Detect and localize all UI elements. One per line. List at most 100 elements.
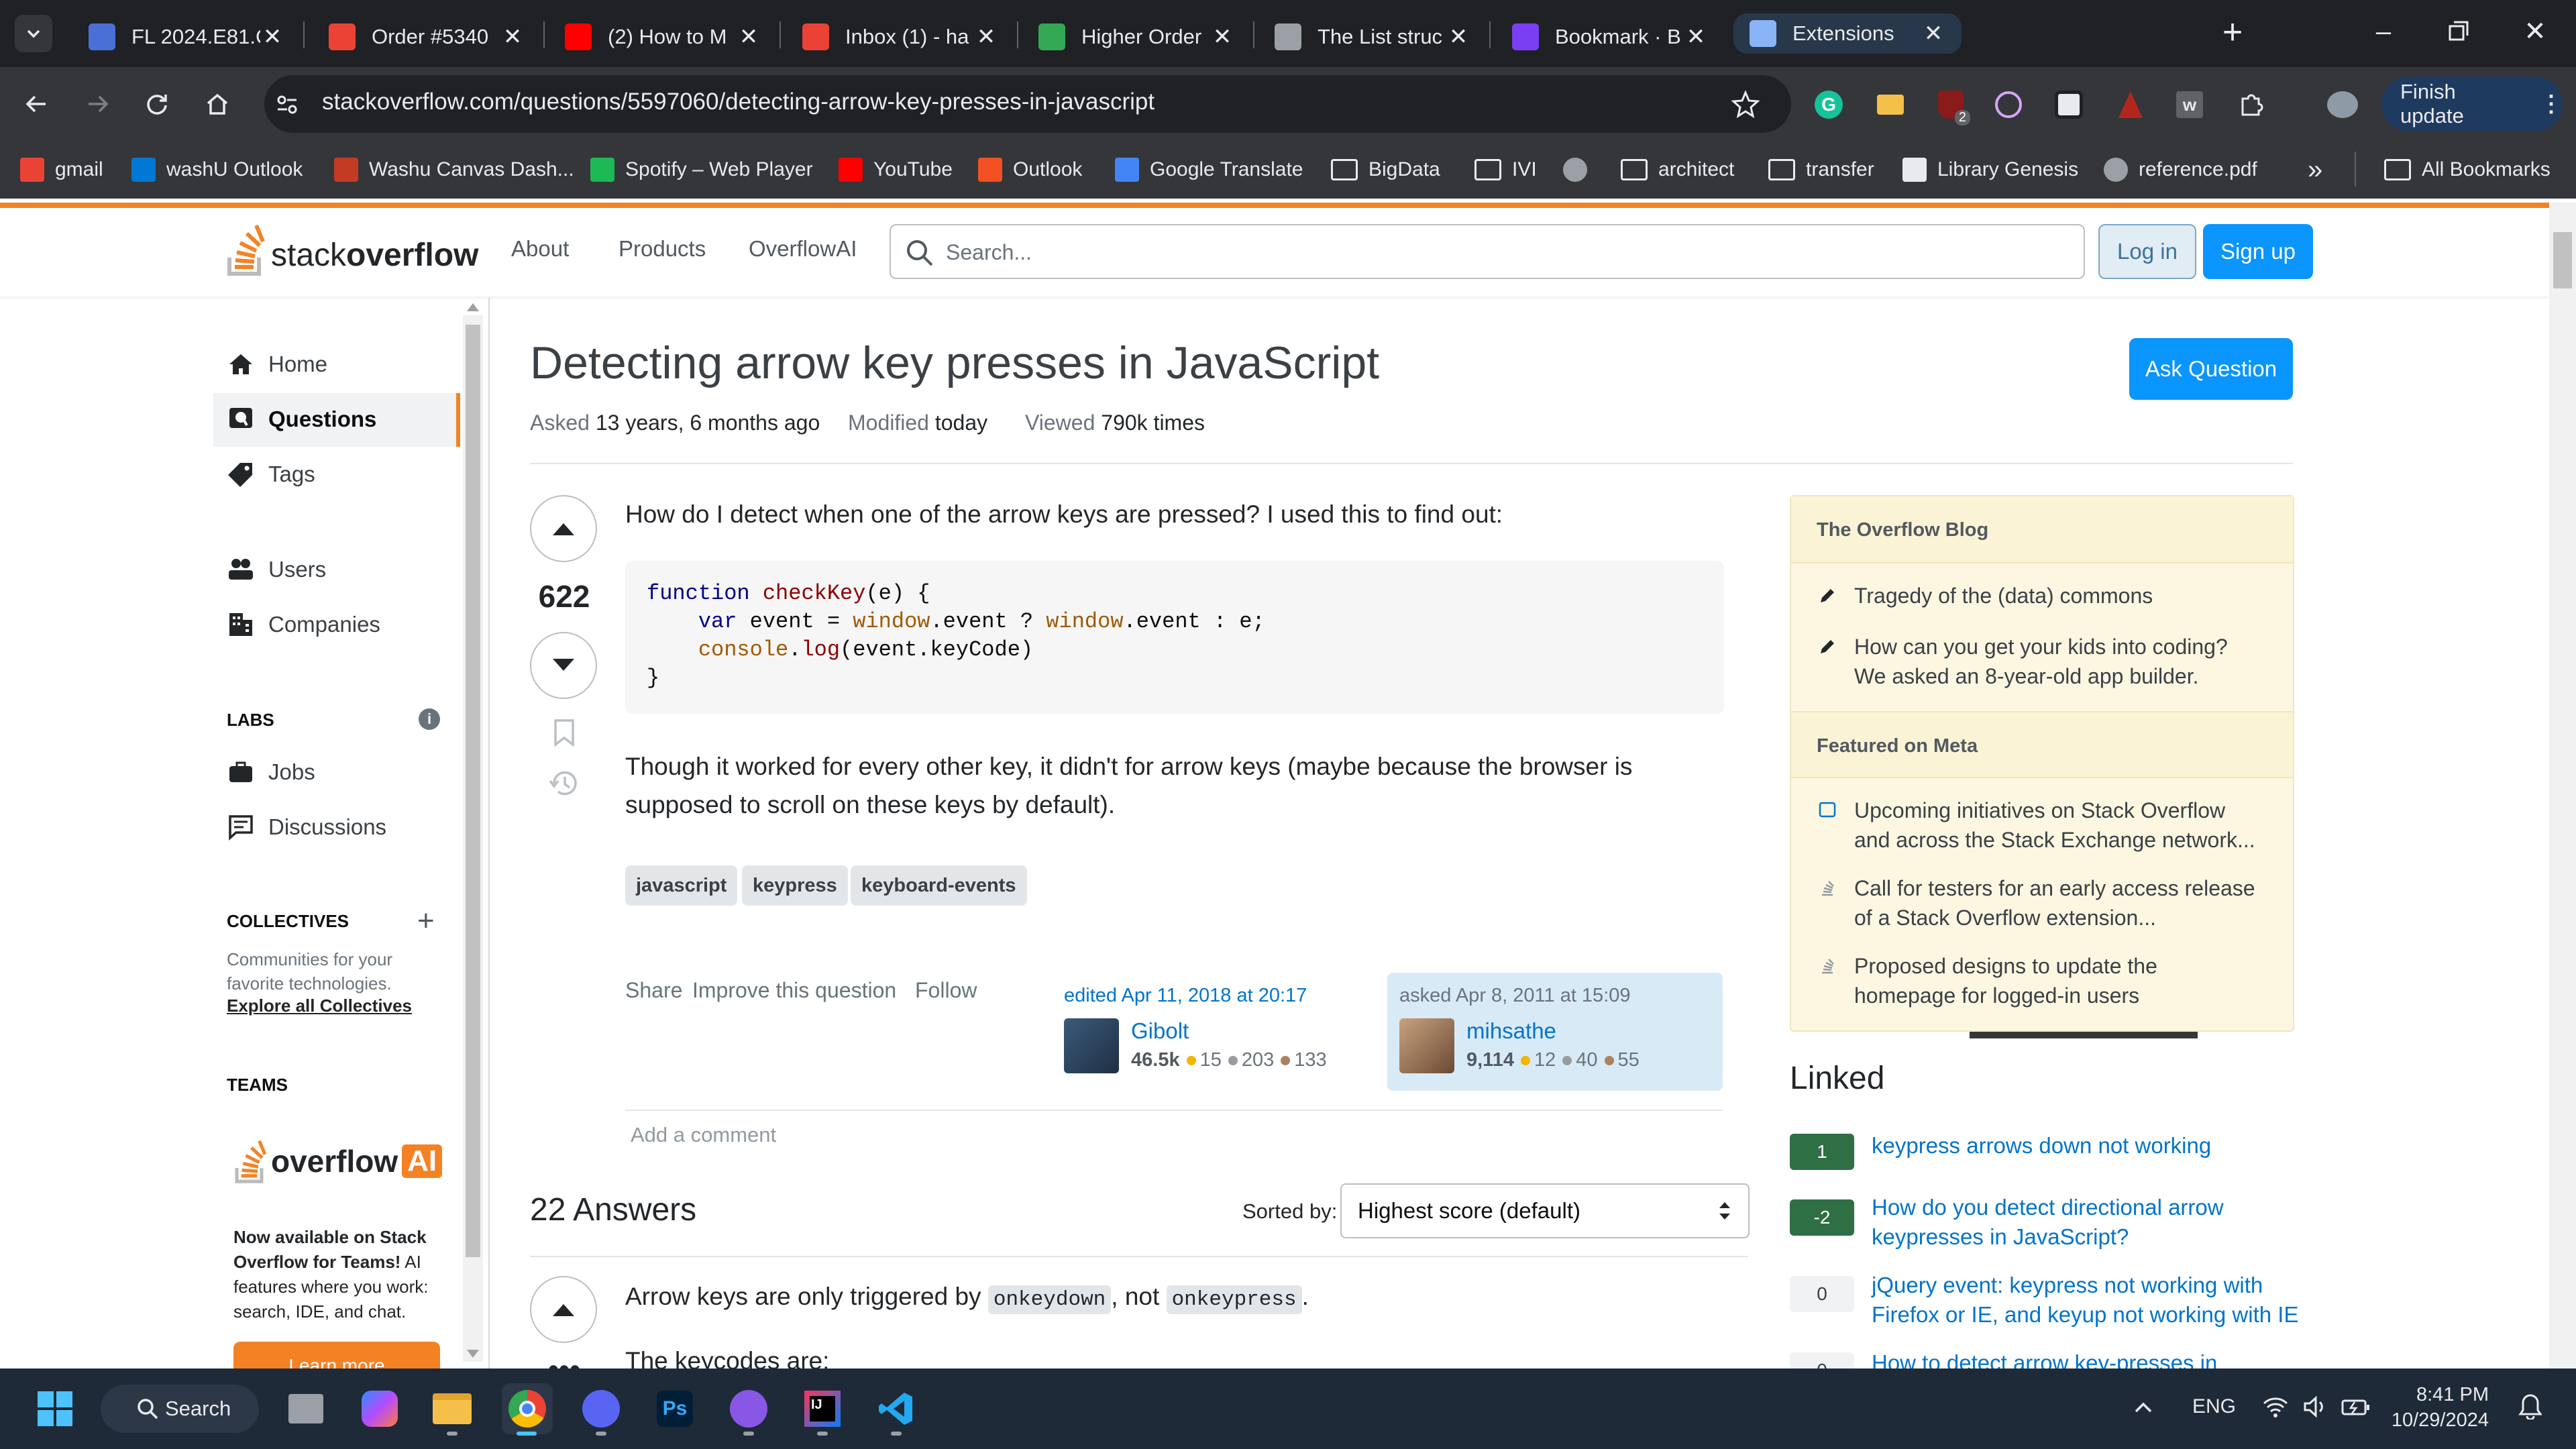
browser-tab[interactable]: Inbox (1) - ha ✕ bbox=[786, 7, 1014, 67]
learn-more-button[interactable]: Learn more bbox=[233, 1342, 440, 1368]
tag-javascript[interactable]: javascript bbox=[625, 865, 738, 906]
info-icon[interactable]: i bbox=[419, 708, 440, 730]
sidebar-item-companies[interactable]: Companies bbox=[227, 605, 380, 644]
search-input[interactable]: Search... bbox=[890, 224, 2085, 279]
login-button[interactable]: Log in bbox=[2098, 224, 2196, 279]
browser-tab[interactable]: The List struc ✕ bbox=[1258, 7, 1487, 67]
sidebar-item-users[interactable]: Users bbox=[227, 550, 326, 589]
close-tab-icon[interactable]: ✕ bbox=[500, 23, 525, 50]
answer-upvote-button[interactable] bbox=[530, 1276, 597, 1343]
ublock-icon[interactable]: 2 bbox=[1932, 86, 1970, 125]
finish-update-button[interactable]: Finish update ⋮ bbox=[2381, 76, 2563, 131]
blog-item[interactable]: Tragedy of the (data) commons bbox=[1818, 581, 2153, 610]
signup-button[interactable]: Sign up bbox=[2203, 224, 2313, 279]
minimize-button[interactable]: – bbox=[2367, 15, 2400, 48]
notification-bell-icon[interactable] bbox=[2518, 1393, 2542, 1419]
meta-value[interactable]: today bbox=[935, 411, 987, 435]
sidebar-item-jobs[interactable]: Jobs bbox=[227, 753, 315, 792]
url-text[interactable]: stackoverflow.com/questions/5597060/dete… bbox=[322, 89, 1155, 115]
bookmark-item[interactable]: washU Outlook bbox=[131, 153, 303, 186]
more-menu-icon[interactable]: ⋮ bbox=[2540, 91, 2563, 117]
add-collective-button[interactable]: + bbox=[417, 904, 435, 938]
w-extension-icon[interactable]: w bbox=[2171, 86, 2208, 123]
sidebar-item-tags[interactable]: Tags bbox=[227, 455, 315, 494]
close-tab-icon[interactable]: ✕ bbox=[974, 23, 998, 50]
edited-timestamp[interactable]: edited Apr 11, 2018 at 20:17 bbox=[1064, 985, 1358, 1007]
sidebar-item-home[interactable]: Home bbox=[227, 345, 327, 384]
close-tab-icon[interactable]: ✕ bbox=[260, 23, 284, 50]
extensions-puzzle-icon[interactable] bbox=[2233, 86, 2270, 123]
bookmark-item[interactable]: Spotify – Web Player bbox=[590, 153, 813, 186]
close-window-button[interactable]: ✕ bbox=[2518, 15, 2552, 48]
intellij-icon[interactable]: IJ bbox=[797, 1383, 848, 1434]
bookmark-item[interactable]: IVI bbox=[1474, 153, 1537, 186]
bookmark-item[interactable]: Washu Canvas Dash... bbox=[334, 153, 574, 186]
meta-item[interactable]: Proposed designs to update the homepage f… bbox=[1818, 951, 2157, 1010]
bookmark-item[interactable]: YouTube bbox=[839, 153, 953, 186]
wifi-icon[interactable] bbox=[2262, 1395, 2289, 1418]
github-icon[interactable] bbox=[723, 1383, 774, 1434]
bookmark-item[interactable]: Google Translate bbox=[1115, 153, 1303, 186]
linked-question-link[interactable]: How do you detect directional arrow keypr… bbox=[1872, 1193, 2301, 1252]
globe-extension-icon[interactable] bbox=[1990, 86, 2027, 123]
bookmark-item[interactable] bbox=[1563, 153, 1598, 186]
bookmark-item[interactable]: BigData bbox=[1331, 153, 1440, 186]
taskbar-search[interactable]: Search bbox=[101, 1385, 259, 1433]
language-indicator[interactable]: ENG bbox=[2192, 1395, 2236, 1418]
sidebar-item-questions[interactable]: Questions bbox=[227, 400, 376, 439]
sidebar-scrollbar-thumb[interactable] bbox=[466, 325, 480, 1257]
browser-tab[interactable]: Order #5340 ✕ bbox=[313, 7, 541, 67]
downvote-button[interactable] bbox=[530, 632, 597, 699]
photoshop-icon[interactable]: Ps bbox=[649, 1383, 700, 1434]
blog-item[interactable]: How can you get your kids into coding? We… bbox=[1818, 632, 2228, 691]
avatar[interactable] bbox=[1399, 1018, 1454, 1073]
ask-question-button[interactable]: Ask Question bbox=[2129, 338, 2293, 400]
restore-button[interactable] bbox=[2442, 15, 2475, 48]
close-tab-icon[interactable]: ✕ bbox=[1921, 20, 1945, 47]
tag-keyboard-events[interactable]: keyboard-events bbox=[851, 865, 1027, 906]
share-link[interactable]: Share bbox=[625, 978, 682, 1003]
upvote-button[interactable] bbox=[530, 495, 597, 562]
stackoverflow-logo[interactable]: stack overflow bbox=[225, 223, 478, 276]
battery-icon[interactable] bbox=[2341, 1398, 2371, 1417]
task-view-icon[interactable] bbox=[280, 1383, 331, 1434]
avatar[interactable] bbox=[1064, 1018, 1119, 1073]
meta-item[interactable]: Upcoming initiatives on Stack Overflow an… bbox=[1818, 796, 2255, 855]
tag-keypress[interactable]: keypress bbox=[742, 865, 848, 906]
question-title[interactable]: Detecting arrow key presses in JavaScrip… bbox=[530, 337, 1379, 389]
bookmark-button[interactable] bbox=[551, 718, 577, 747]
scroll-up-arrow-icon[interactable] bbox=[467, 303, 479, 311]
nav-products[interactable]: Products bbox=[619, 236, 706, 262]
meta-item[interactable]: Call for testers for an early access rel… bbox=[1818, 873, 2255, 932]
bookmark-star-button[interactable] bbox=[1727, 85, 1764, 123]
bookmark-item[interactable]: reference.pdf bbox=[2104, 153, 2257, 186]
close-tab-icon[interactable]: ✕ bbox=[1210, 23, 1234, 50]
scroll-down-arrow-icon[interactable] bbox=[467, 1350, 479, 1358]
timeline-button[interactable] bbox=[547, 767, 580, 800]
volume-icon[interactable] bbox=[2302, 1395, 2329, 1418]
forward-button[interactable] bbox=[79, 85, 117, 123]
browser-tab[interactable]: Extensions ✕ bbox=[1733, 13, 1962, 54]
linked-question-link[interactable]: jQuery event: keypress not working with F… bbox=[1872, 1271, 2301, 1330]
linked-question-link[interactable]: keypress arrows down not working bbox=[1872, 1131, 2301, 1161]
file-explorer-icon[interactable] bbox=[427, 1383, 478, 1434]
close-tab-icon[interactable]: ✕ bbox=[1446, 23, 1470, 50]
back-button[interactable] bbox=[17, 85, 55, 123]
bookmarks-overflow-button[interactable]: » bbox=[2308, 153, 2322, 186]
close-tab-icon[interactable]: ✕ bbox=[1684, 23, 1708, 50]
red-extension-icon[interactable] bbox=[2112, 86, 2149, 123]
show-hidden-icons[interactable] bbox=[2132, 1397, 2155, 1419]
linked-question-link[interactable]: How to detect arrow key-presses in bbox=[1872, 1352, 2301, 1368]
bookmark-item[interactable]: architect bbox=[1621, 153, 1734, 186]
bookmark-item[interactable]: gmail bbox=[20, 153, 103, 186]
discord-icon[interactable] bbox=[576, 1383, 627, 1434]
copilot-icon[interactable] bbox=[354, 1383, 405, 1434]
bookmark-item[interactable]: Outlook bbox=[978, 153, 1082, 186]
improve-question-link[interactable]: Improve this question bbox=[692, 978, 896, 1003]
browser-tab[interactable]: Higher Order ✕ bbox=[1022, 7, 1250, 67]
folder-extension-icon[interactable] bbox=[1872, 86, 1909, 123]
asker-name[interactable]: mihsathe bbox=[1466, 1018, 1556, 1044]
reader-extension-icon[interactable] bbox=[2050, 86, 2088, 123]
chrome-icon[interactable] bbox=[502, 1383, 553, 1434]
profile-avatar[interactable] bbox=[2324, 86, 2361, 123]
